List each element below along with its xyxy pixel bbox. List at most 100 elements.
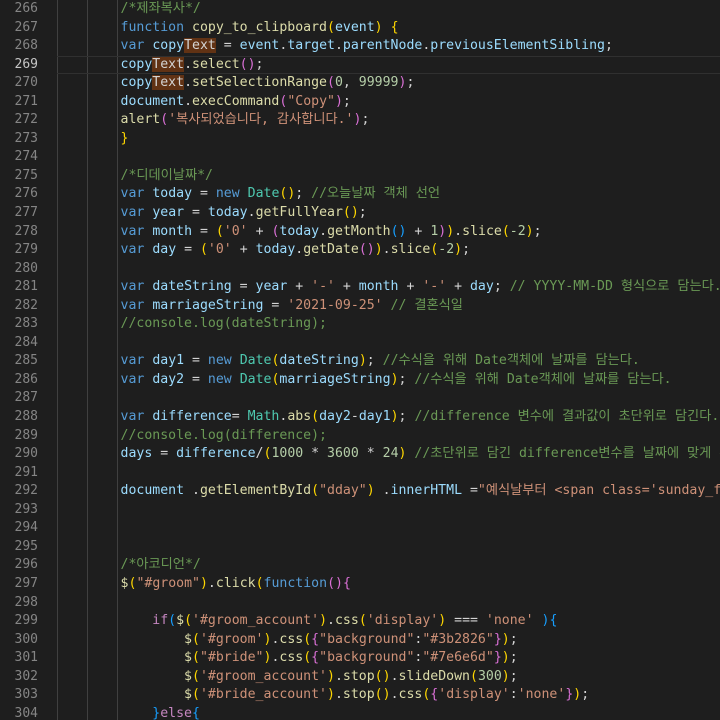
code-line[interactable]: 269 copyText.select(); (0, 55, 720, 75)
code-text[interactable] (57, 593, 720, 613)
code-line[interactable]: 286 var day2 = new Date(marriageString);… (0, 370, 720, 390)
code-line[interactable]: 285 var day1 = new Date(dateString); //수… (0, 352, 720, 371)
code-line[interactable]: 304 }else{ (0, 704, 720, 720)
code-text[interactable] (57, 148, 720, 167)
code-text[interactable]: $("#bride").css({"background":"#7e6e6d"}… (57, 649, 720, 668)
code-line[interactable]: 292 document .getElementById("dday") .in… (0, 482, 720, 501)
code-line[interactable]: 290 days = difference/(1000 * 3600 * 24)… (0, 445, 720, 464)
code-line[interactable]: 288 var difference= Math.abs(day2-day1);… (0, 408, 720, 427)
code-text[interactable] (57, 259, 720, 279)
code-line[interactable]: 300 $('#groom').css({"background":"#3b28… (0, 630, 720, 650)
code-text[interactable] (57, 500, 720, 520)
code-line[interactable]: 270 copyText.setSelectionRange(0, 99999)… (0, 74, 720, 93)
code-text[interactable]: document .getElementById("dday") .innerH… (57, 482, 720, 501)
code-line[interactable]: 282 var marriageString = '2021-09-25' //… (0, 296, 720, 316)
code-text[interactable]: document.execCommand("Copy"); (57, 92, 720, 112)
code-text[interactable]: var day1 = new Date(dateString); //수식을 위… (57, 352, 720, 371)
code-text[interactable]: /*아코디언*/ (57, 556, 720, 575)
code-text[interactable]: var day = ('0' + today.getDate()).slice(… (57, 241, 720, 260)
code-token: new (207, 371, 232, 387)
code-text[interactable]: if($('#groom_account').css('display') ==… (57, 612, 720, 631)
code-text[interactable]: var month = ('0' + (today.getMonth() + 1… (57, 222, 720, 242)
code-text[interactable] (57, 537, 720, 557)
code-line[interactable]: 303 $('#bride_account').stop().css({'dis… (0, 686, 720, 705)
code-line[interactable]: 287 (0, 389, 720, 409)
code-line[interactable]: 291 (0, 463, 720, 483)
code-token: ) (390, 409, 399, 425)
code-text[interactable] (57, 333, 720, 353)
code-token: + (446, 279, 470, 295)
code-text[interactable]: copyText.setSelectionRange(0, 99999); (57, 74, 720, 93)
code-text[interactable]: var difference= Math.abs(day2-day1); //d… (57, 408, 720, 427)
code-line[interactable]: 279 var day = ('0' + today.getDate()).sl… (0, 241, 720, 260)
code-line[interactable]: 299 if($('#groom_account').css('display'… (0, 612, 720, 631)
code-line[interactable]: 294 (0, 519, 720, 538)
code-text[interactable]: $('#bride_account').stop().css({'display… (57, 686, 720, 705)
code-text[interactable]: $("#groom").click(function(){ (57, 574, 720, 594)
code-token: ( (199, 242, 208, 258)
code-token: . (390, 668, 399, 684)
code-line[interactable]: 301 $("#bride").css({"background":"#7e6e… (0, 649, 720, 668)
code-token: ) (358, 353, 367, 369)
code-token: ( (192, 687, 200, 703)
code-text[interactable]: copyText.select(); (57, 55, 720, 75)
code-text[interactable]: $('#groom_account').stop().slideDown(300… (57, 667, 720, 687)
code-line[interactable]: 293 (0, 500, 720, 520)
code-text[interactable]: }else{ (57, 704, 720, 720)
line-number: 298 (14, 594, 38, 610)
code-line[interactable]: 272 alert('복사되었습니다, 감사합니다.'); (0, 111, 720, 130)
indent-guide (117, 129, 118, 149)
code-editor[interactable]: 266 /*제좌복사*/267 function copy_to_clipboa… (0, 0, 720, 720)
code-line[interactable]: 268 var copyText = event.target.parentNo… (0, 37, 720, 56)
code-token: . (334, 687, 343, 703)
code-text[interactable]: /*제좌복사*/ (57, 0, 720, 19)
code-text[interactable] (57, 463, 720, 483)
code-text[interactable]: //console.log(dateString); (57, 315, 720, 334)
code-line[interactable]: 302 $('#groom_account').stop().slideDown… (0, 667, 720, 687)
code-line[interactable]: 280 (0, 259, 720, 279)
code-text[interactable]: function copy_to_clipboard(event) { (57, 18, 720, 38)
code-text[interactable]: //console.log(difference); (57, 426, 720, 446)
code-text[interactable]: var today = new Date(); //오늘날짜 객체 선언 (57, 185, 720, 205)
code-line[interactable]: 271 document.execCommand("Copy"); (0, 92, 720, 112)
indent-guide (87, 315, 88, 334)
code-text[interactable]: var day2 = new Date(marriageString); //수… (57, 370, 720, 390)
code-text[interactable]: var year = today.getFullYear(); (57, 204, 720, 223)
code-text[interactable]: $('#groom').css({"background":"#3b2826"}… (57, 630, 720, 650)
code-line[interactable]: 289 //console.log(difference); (0, 426, 720, 446)
code-line[interactable]: 274 (0, 148, 720, 167)
indent-guide (117, 92, 118, 112)
code-text[interactable]: days = difference/(1000 * 3600 * 24) //초… (57, 445, 720, 464)
code-token: ) (319, 613, 328, 629)
line-number: 272 (14, 112, 38, 128)
code-line[interactable]: 298 (0, 593, 720, 613)
code-text[interactable] (57, 519, 720, 538)
code-line[interactable]: 295 (0, 537, 720, 557)
code-line[interactable]: 281 var dateString = year + '-' + month … (0, 278, 720, 297)
indent-guide (117, 333, 118, 353)
code-line[interactable]: 277 var year = today.getFullYear(); (0, 204, 720, 223)
code-token: ) (366, 483, 375, 499)
code-text[interactable] (57, 389, 720, 409)
code-line[interactable]: 267 function copy_to_clipboard(event) { (0, 18, 720, 38)
code-text[interactable]: var dateString = year + '-' + month + '-… (57, 278, 720, 297)
code-text[interactable]: var marriageString = '2021-09-25' // 결혼식… (57, 296, 720, 316)
code-token: dateString (279, 353, 359, 369)
code-token: abs (287, 409, 312, 425)
code-line[interactable]: 296 /*아코디언*/ (0, 556, 720, 575)
code-text[interactable]: alert('복사되었습니다, 감사합니다.'); (57, 111, 720, 130)
code-line[interactable]: 284 (0, 333, 720, 353)
code-text[interactable]: } (57, 129, 720, 149)
indent-guide (87, 259, 88, 279)
indent-guide (117, 185, 118, 205)
code-line[interactable]: 278 var month = ('0' + (today.getMonth()… (0, 222, 720, 242)
code-line[interactable]: 273 } (0, 129, 720, 149)
code-text[interactable]: /*디데이날짜*/ (57, 166, 720, 186)
code-line[interactable]: 297 $("#groom").click(function(){ (0, 574, 720, 594)
code-line[interactable]: 275 /*디데이날짜*/ (0, 166, 720, 186)
code-line[interactable]: 283 //console.log(dateString); (0, 315, 720, 334)
code-line[interactable]: 276 var today = new Date(); //오늘날짜 객체 선언 (0, 185, 720, 205)
indent-guide (117, 37, 118, 56)
code-line[interactable]: 266 /*제좌복사*/ (0, 0, 720, 19)
code-text[interactable]: var copyText = event.target.parentNode.p… (57, 37, 720, 56)
